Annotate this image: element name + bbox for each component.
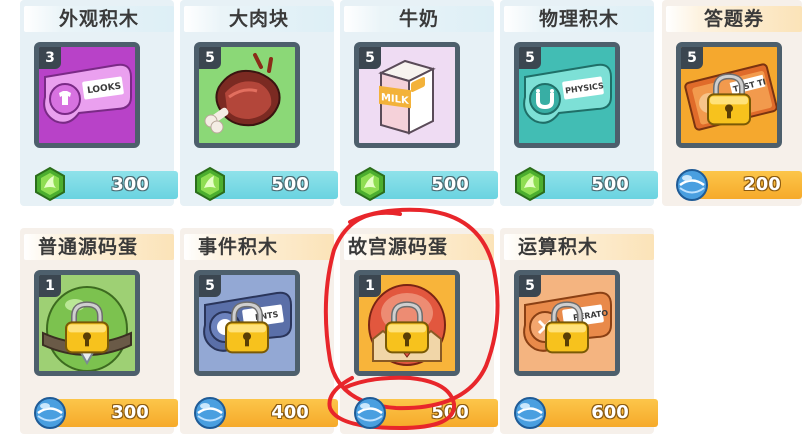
level-badge: 5 [519, 275, 541, 297]
green-gem-icon [515, 166, 545, 202]
shop-item-meat[interactable]: 大肉块 5 500 [180, 0, 338, 206]
blue-orb-icon [676, 169, 708, 201]
price-bar[interactable]: 500 [210, 171, 338, 199]
item-title: 物理积木 [538, 8, 619, 30]
lock-icon [385, 301, 429, 354]
blue-orb-icon [514, 397, 546, 429]
price-bar[interactable]: 300 [50, 399, 178, 427]
item-title-bar: 牛奶 [344, 6, 494, 32]
item-icon-frame[interactable]: 5 TEST TI [676, 42, 782, 148]
item-title: 外观积木 [58, 8, 139, 30]
item-title: 普通源码蛋 [38, 236, 139, 258]
item-title: 事件积木 [198, 236, 279, 258]
lock-icon [707, 73, 751, 126]
item-price: 400 [271, 402, 309, 423]
green-gem-icon [355, 166, 385, 202]
item-title: 运算积木 [518, 236, 599, 258]
lock-icon [545, 301, 589, 354]
item-title-bar: 外观积木 [24, 6, 174, 32]
item-price: 300 [111, 402, 149, 423]
shop-item-events-block[interactable]: 事件积木 5 ENTS 400 [180, 228, 338, 434]
item-title-bar: 大肉块 [184, 6, 334, 32]
item-icon-frame[interactable]: 3 LOOKS [34, 42, 140, 148]
blue-orb-icon [194, 397, 226, 429]
green-gem-icon [35, 166, 65, 202]
item-title: 答题券 [703, 8, 764, 30]
item-title: 故宫源码蛋 [348, 236, 449, 258]
item-icon-frame[interactable]: 5 PERATO [514, 270, 620, 376]
price-bar[interactable]: 300 [50, 171, 178, 199]
level-badge: 5 [199, 275, 221, 297]
price-bar[interactable]: 500 [530, 171, 658, 199]
item-title-bar: 答题券 [666, 6, 802, 32]
shop-item-operator-block[interactable]: 运算积木 5 PERATO 600 [500, 228, 658, 434]
price-bar[interactable]: 500 [370, 171, 498, 199]
level-badge: 5 [199, 47, 221, 69]
shop-item-looks-block[interactable]: 外观积木 3 LOOKS 300 [20, 0, 178, 206]
price-bar[interactable]: 400 [210, 399, 338, 427]
green-gem-icon [195, 166, 225, 202]
shop-item-test-ticket[interactable]: 答题券 5 TEST TI 200 [662, 0, 802, 206]
item-price: 500 [591, 174, 629, 195]
item-price: 300 [111, 174, 149, 195]
item-title-bar: 普通源码蛋 [24, 234, 174, 260]
item-icon-frame[interactable]: 5 [194, 42, 300, 148]
level-badge: 5 [519, 47, 541, 69]
item-price: 500 [431, 174, 469, 195]
price-bar[interactable]: 500 [370, 399, 498, 427]
item-title: 牛奶 [398, 8, 439, 30]
item-title-bar: 事件积木 [184, 234, 334, 260]
item-price: 200 [743, 174, 781, 195]
shop-item-source-egg[interactable]: 普通源码蛋 1 300 [20, 228, 178, 434]
blue-orb-icon [34, 397, 66, 429]
item-icon-frame[interactable]: 5 PHYSICS [514, 42, 620, 148]
lock-icon [225, 301, 269, 354]
item-price: 600 [591, 402, 629, 423]
item-price: 500 [431, 402, 469, 423]
shop-item-milk[interactable]: 牛奶 5 MILK 500 [340, 0, 498, 206]
item-title-bar: 运算积木 [504, 234, 654, 260]
level-badge: 5 [359, 47, 381, 69]
shop-item-physics-block[interactable]: 物理积木 5 PHYSICS 500 [500, 0, 658, 206]
level-badge: 1 [39, 275, 61, 297]
item-title: 大肉块 [228, 8, 289, 30]
level-badge: 3 [39, 47, 61, 69]
item-icon-frame[interactable]: 5 ENTS [194, 270, 300, 376]
level-badge: 5 [681, 47, 703, 69]
item-icon-frame[interactable]: 5 MILK [354, 42, 460, 148]
item-price: 500 [271, 174, 309, 195]
price-bar[interactable]: 600 [530, 399, 658, 427]
item-title-bar: 故宫源码蛋 [344, 234, 494, 260]
item-icon-frame[interactable]: 1 [34, 270, 140, 376]
lock-icon [65, 301, 109, 354]
shop-item-palace-egg[interactable]: 故宫源码蛋 1 500 [340, 228, 498, 434]
blue-orb-icon [354, 397, 386, 429]
item-icon-frame[interactable]: 1 [354, 270, 460, 376]
level-badge: 1 [359, 275, 381, 297]
item-title-bar: 物理积木 [504, 6, 654, 32]
